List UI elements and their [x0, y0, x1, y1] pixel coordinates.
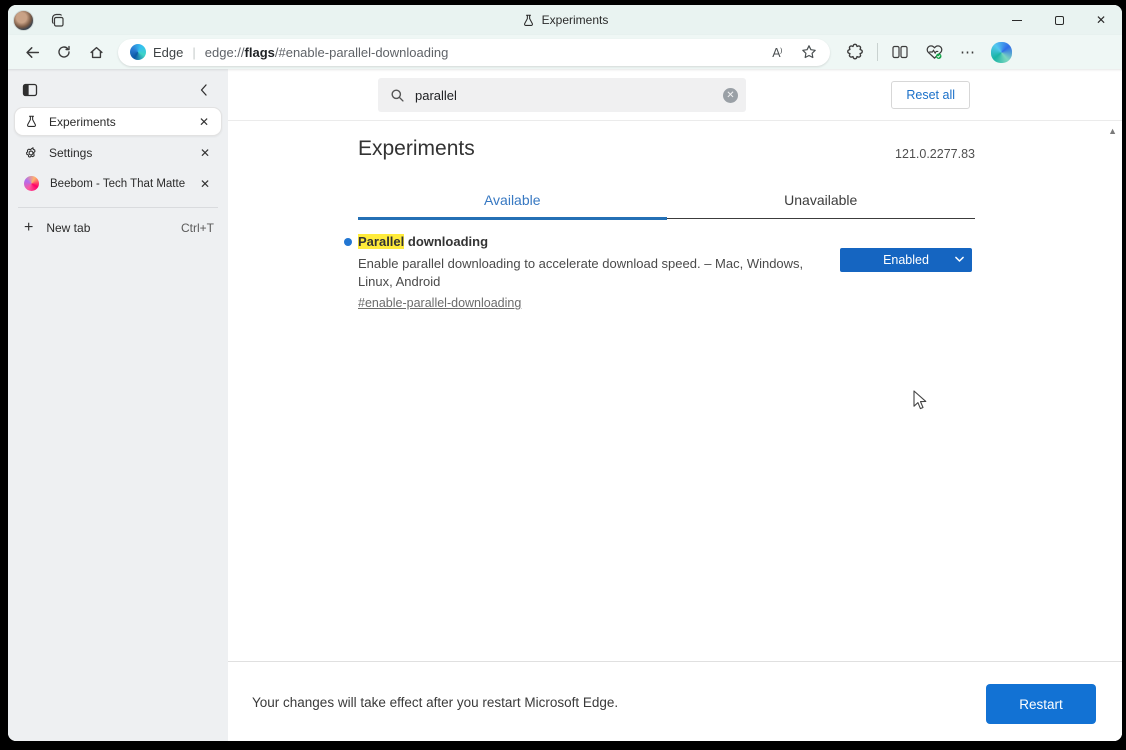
- search-highlight: Parallel: [358, 234, 405, 249]
- omnibox-divider: |: [192, 44, 196, 60]
- favorites-star-icon[interactable]: [796, 40, 822, 64]
- restart-button[interactable]: Restart: [986, 684, 1096, 724]
- availability-tabs: Available Unavailable: [358, 192, 976, 220]
- flag-title: Parallel downloading: [358, 234, 489, 249]
- tab-label: Experiments: [49, 114, 116, 129]
- restart-message: Your changes will take effect after you …: [252, 695, 619, 710]
- close-tab-icon[interactable]: ✕: [196, 144, 214, 162]
- browser-window: Experiments ✕ Edge | edge://flags/#enabl…: [8, 5, 1122, 741]
- browser-essentials-icon[interactable]: [919, 38, 949, 66]
- search-icon: [391, 88, 404, 102]
- flags-search-box[interactable]: ✕: [378, 78, 746, 112]
- read-aloud-icon[interactable]: A⁾: [764, 40, 790, 64]
- new-tab-shortcut: Ctrl+T: [181, 221, 214, 235]
- flag-selected-value: Enabled: [883, 253, 929, 267]
- navigation-toolbar: Edge | edge://flags/#enable-parallel-dow…: [8, 35, 1122, 69]
- close-tab-icon[interactable]: ✕: [195, 113, 213, 131]
- page-title: Experiments: [358, 137, 475, 160]
- restart-footer: Your changes will take effect after you …: [228, 661, 1122, 741]
- tab-actions-icon[interactable]: [16, 78, 44, 102]
- tab-unavailable[interactable]: Unavailable: [667, 192, 976, 218]
- close-tab-icon[interactable]: ✕: [196, 175, 214, 193]
- flags-page: ✕ Reset all ▲ Experiments 121.0.2277.83 …: [228, 69, 1122, 741]
- refresh-button[interactable]: [48, 38, 80, 66]
- browser-version: 121.0.2277.83: [895, 147, 975, 161]
- chevron-down-icon: [955, 256, 964, 262]
- copilot-icon[interactable]: [991, 41, 1012, 63]
- flag-bullet-icon: [344, 238, 352, 246]
- address-bar[interactable]: Edge | edge://flags/#enable-parallel-dow…: [118, 38, 830, 66]
- workspaces-icon[interactable]: [44, 8, 72, 32]
- vertical-tabs-sidebar: Experiments ✕ Settings ✕ Beebom - Tech T…: [8, 69, 228, 741]
- settings-more-icon[interactable]: ⋯: [953, 38, 983, 66]
- tab-label: Beebom - Tech That Matters: [50, 177, 185, 190]
- flag-permalink[interactable]: #enable-parallel-downloading: [358, 296, 521, 310]
- tab-label: Settings: [49, 145, 93, 160]
- gear-icon: [26, 146, 36, 158]
- minimize-button[interactable]: [996, 5, 1038, 35]
- beebom-favicon: [24, 176, 39, 191]
- new-tab-label: New tab: [46, 221, 91, 235]
- title-bar: Experiments ✕: [8, 5, 1122, 35]
- sidebar-tab-experiments[interactable]: Experiments ✕: [14, 107, 222, 136]
- close-button[interactable]: ✕: [1080, 5, 1122, 35]
- window-title-group: Experiments: [8, 5, 1122, 35]
- sidebar-tab-settings[interactable]: Settings ✕: [14, 138, 222, 167]
- extensions-icon[interactable]: [840, 38, 870, 66]
- url-text[interactable]: edge://flags/#enable-parallel-downloadin…: [205, 45, 764, 60]
- reset-all-button[interactable]: Reset all: [891, 81, 970, 109]
- toolbar-divider: [877, 43, 878, 61]
- flask-icon: [523, 14, 533, 26]
- back-button[interactable]: [16, 38, 48, 66]
- search-input[interactable]: [415, 87, 723, 103]
- flag-entry-parallel-downloading: Parallel downloading Enable parallel dow…: [344, 234, 975, 312]
- sidebar-tab-beebom[interactable]: Beebom - Tech That Matters ✕: [14, 169, 222, 198]
- sidebar-divider: [18, 207, 218, 208]
- scrollbar-up-arrow[interactable]: ▲: [1108, 126, 1117, 136]
- plus-icon: +: [24, 219, 34, 236]
- flag-description: Enable parallel downloading to accelerat…: [358, 256, 804, 290]
- split-screen-icon[interactable]: [885, 38, 915, 66]
- new-tab-button[interactable]: + New tab Ctrl+T: [8, 214, 228, 242]
- maximize-button[interactable]: [1038, 5, 1080, 35]
- collapse-pane-icon[interactable]: [190, 78, 218, 102]
- flags-search-header: ✕ Reset all: [228, 69, 1122, 121]
- tab-available[interactable]: Available: [358, 192, 667, 220]
- edge-site-icon: [130, 44, 146, 60]
- flask-icon: [27, 115, 36, 127]
- clear-search-icon[interactable]: ✕: [723, 87, 738, 103]
- site-label: Edge: [153, 44, 184, 60]
- window-title: Experiments: [541, 13, 609, 27]
- flag-value-select[interactable]: Enabled: [840, 248, 972, 272]
- profile-avatar[interactable]: [13, 9, 34, 31]
- home-button[interactable]: [80, 38, 112, 66]
